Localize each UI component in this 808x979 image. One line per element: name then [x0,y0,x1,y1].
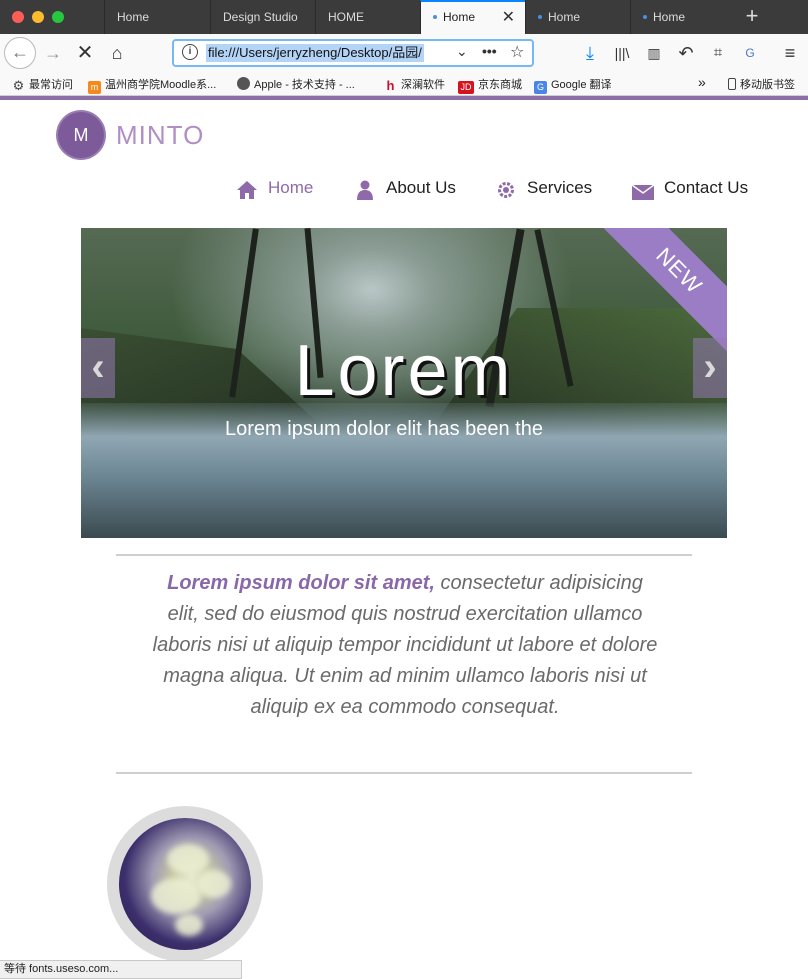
intro-lead: Lorem ipsum dolor sit amet, [167,572,435,594]
jd-icon: JD [458,81,474,94]
bookmarks-bar: ⚙ 最常访问 m 温州商学院Moodle系... Apple - 技术支持 - ..… [0,72,808,96]
library-icon[interactable]: |||\ [612,40,632,66]
apple-icon [237,77,250,90]
loading-dot-icon [433,14,437,19]
bookmark-label: Apple - 技术支持 - ... [254,79,355,91]
browser-tab[interactable]: HOME [315,0,420,34]
downloads-icon[interactable]: ⤓ [580,40,600,66]
tab-label: Home [653,10,686,24]
translate-icon[interactable]: G [740,40,760,66]
site-top-strip [0,96,808,100]
undo-icon[interactable]: ↶ [676,40,696,66]
bookmark-item[interactable]: G Google 翻译 [534,76,612,94]
nav-home-link[interactable]: Home [268,178,313,198]
url-bar[interactable]: i file:///Users/jerryzheng/Desktop/品园/ ⌄… [172,39,534,67]
bookmark-star-icon[interactable]: ☆ [510,42,524,62]
circular-image [107,806,263,962]
nav-services-link[interactable]: Services [527,178,592,198]
bookmark-label: 最常访问 [29,79,73,91]
mail-icon [632,185,654,200]
bookmark-item[interactable]: h 深澜软件 [384,76,445,92]
tab-label: Home [117,10,150,24]
chevron-down-icon[interactable]: ⌄ [456,43,468,60]
browser-tab[interactable]: Home [104,0,210,34]
nav-about-link[interactable]: About Us [386,178,456,198]
zoom-window-button[interactable] [52,11,64,23]
slide-heading: Lorem [294,331,514,411]
status-bar: 等待 fonts.useso.com... [0,960,242,979]
photo-detail [197,870,231,898]
close-tab-icon[interactable]: ✕ [502,2,515,33]
divider [116,772,692,774]
more-actions-icon[interactable]: ••• [482,43,497,59]
intro-paragraph: Lorem ipsum dolor sit amet, consectetur … [150,568,660,723]
tab-label: Design Studio [223,10,298,24]
google-translate-icon: G [534,81,547,94]
home-button[interactable]: ⌂ [106,40,128,66]
bookmark-label: Google 翻译 [551,79,612,91]
mobile-bookmarks[interactable]: 移动版书签 [728,76,795,92]
minimize-window-button[interactable] [32,11,44,23]
phone-icon [728,78,736,90]
tab-label: Home [548,10,581,24]
user-icon [357,180,373,200]
divider [116,554,692,556]
flower-photo [119,818,251,950]
nav-contact-link[interactable]: Contact Us [664,178,748,198]
crop-icon[interactable]: ⌗ [708,40,728,66]
tab-label: HOME [328,10,364,24]
info-icon[interactable]: i [182,44,198,60]
moodle-icon: m [88,81,101,94]
sidebar-icon[interactable]: ▥ [644,40,664,66]
photo-detail [151,878,201,914]
navigation-toolbar: ← → ✕ ⌂ i file:///Users/jerryzheng/Deskt… [0,34,808,72]
tab-label: Home [443,10,476,24]
h-icon: h [386,78,395,93]
site-logo-text[interactable]: MINTO [116,120,204,151]
bookmark-item[interactable]: ⚙ 最常访问 [12,76,73,92]
menu-icon[interactable]: ≡ [780,40,800,66]
new-tab-button[interactable]: + [736,0,768,34]
bookmark-label: 京东商城 [478,79,522,91]
more-bookmarks-icon[interactable]: » [698,74,706,90]
browser-tab[interactable]: Design Studio [210,0,315,34]
mobile-bookmarks-label: 移动版书签 [740,79,795,91]
loading-dot-icon [538,14,542,19]
bookmark-item[interactable]: m 温州商学院Moodle系... [88,76,216,94]
bookmark-item[interactable]: JD 京东商城 [458,76,522,94]
url-input[interactable]: file:///Users/jerryzheng/Desktop/品园/ [206,44,424,62]
home-icon [237,181,257,199]
bookmark-label: 温州商学院Moodle系... [105,79,217,91]
tab-bar: Home Design Studio HOME Home ✕ Home Home… [0,0,808,34]
back-button[interactable]: ← [4,37,36,69]
hero-slider: NEW ‹ › Lorem Lorem ipsum dolor elit has… [81,228,727,538]
gear-icon [498,182,514,198]
loading-dot-icon [643,14,647,19]
slide-subheading: Lorem ipsum dolor elit has been the [225,418,543,440]
browser-tab-active[interactable]: Home ✕ [420,0,525,34]
photo-detail [175,914,203,936]
photo-detail [167,844,209,874]
bookmark-item[interactable]: Apple - 技术支持 - ... [237,76,355,92]
stop-loading-button[interactable]: ✕ [74,40,96,66]
forward-button[interactable]: → [42,40,64,66]
gear-icon: ⚙ [12,78,25,93]
browser-tab[interactable]: Home [630,0,735,34]
bookmark-label: 深澜软件 [401,79,445,91]
browser-tab[interactable]: Home [525,0,630,34]
site-logo-badge[interactable]: M [58,112,104,158]
close-window-button[interactable] [12,11,24,23]
